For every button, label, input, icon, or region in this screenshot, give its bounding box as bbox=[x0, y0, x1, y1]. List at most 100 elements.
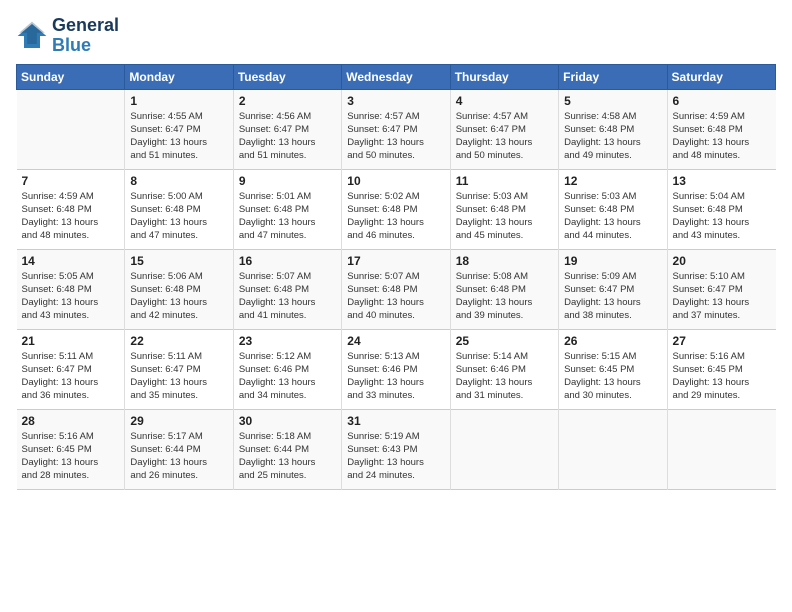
calendar-cell: 17 Sunrise: 5:07 AM Sunset: 6:48 PM Dayli… bbox=[342, 249, 450, 329]
calendar-cell: 25 Sunrise: 5:14 AM Sunset: 6:46 PM Dayli… bbox=[450, 329, 558, 409]
calendar-cell: 23 Sunrise: 5:12 AM Sunset: 6:46 PM Dayli… bbox=[233, 329, 341, 409]
calendar-cell: 27 Sunrise: 5:16 AM Sunset: 6:45 PM Dayli… bbox=[667, 329, 775, 409]
day-info: Sunrise: 5:12 AM Sunset: 6:46 PM Dayligh… bbox=[239, 350, 336, 403]
calendar-cell: 12 Sunrise: 5:03 AM Sunset: 6:48 PM Dayli… bbox=[559, 169, 667, 249]
day-number: 3 bbox=[347, 94, 444, 108]
day-number: 5 bbox=[564, 94, 661, 108]
calendar-week-row: 7Sunrise: 4:59 AM Sunset: 6:48 PM Daylig… bbox=[17, 169, 776, 249]
weekday-header: Monday bbox=[125, 64, 233, 89]
calendar-cell: 6 Sunrise: 4:59 AM Sunset: 6:48 PM Daylig… bbox=[667, 89, 775, 169]
day-number: 27 bbox=[673, 334, 771, 348]
day-info: Sunrise: 5:17 AM Sunset: 6:44 PM Dayligh… bbox=[130, 430, 227, 483]
weekday-header: Tuesday bbox=[233, 64, 341, 89]
calendar-week-row: 28 Sunrise: 5:16 AM Sunset: 6:45 PM Dayli… bbox=[17, 409, 776, 489]
calendar-cell: 21Sunrise: 5:11 AM Sunset: 6:47 PM Dayli… bbox=[17, 329, 125, 409]
day-info: Sunrise: 5:15 AM Sunset: 6:45 PM Dayligh… bbox=[564, 350, 661, 403]
day-info: Sunrise: 5:07 AM Sunset: 6:48 PM Dayligh… bbox=[347, 270, 444, 323]
day-number: 17 bbox=[347, 254, 444, 268]
calendar-cell: 26 Sunrise: 5:15 AM Sunset: 6:45 PM Dayli… bbox=[559, 329, 667, 409]
calendar-cell: 15 Sunrise: 5:06 AM Sunset: 6:48 PM Dayli… bbox=[125, 249, 233, 329]
day-info: Sunrise: 5:11 AM Sunset: 6:47 PM Dayligh… bbox=[130, 350, 227, 403]
day-number: 6 bbox=[673, 94, 771, 108]
day-info: Sunrise: 5:02 AM Sunset: 6:48 PM Dayligh… bbox=[347, 190, 444, 243]
day-info: Sunrise: 5:16 AM Sunset: 6:45 PM Dayligh… bbox=[673, 350, 771, 403]
calendar-cell: 3 Sunrise: 4:57 AM Sunset: 6:47 PM Daylig… bbox=[342, 89, 450, 169]
day-number: 26 bbox=[564, 334, 661, 348]
day-number: 22 bbox=[130, 334, 227, 348]
day-number: 28 bbox=[22, 414, 120, 428]
calendar-cell: 19Sunrise: 5:09 AM Sunset: 6:47 PM Dayli… bbox=[559, 249, 667, 329]
calendar-cell bbox=[559, 409, 667, 489]
calendar-cell: 20 Sunrise: 5:10 AM Sunset: 6:47 PM Dayli… bbox=[667, 249, 775, 329]
calendar-cell: 5 Sunrise: 4:58 AM Sunset: 6:48 PM Daylig… bbox=[559, 89, 667, 169]
day-number: 1 bbox=[130, 94, 227, 108]
day-number: 18 bbox=[456, 254, 553, 268]
calendar-table: SundayMondayTuesdayWednesdayThursdayFrid… bbox=[16, 64, 776, 490]
calendar-cell: 31Sunrise: 5:19 AM Sunset: 6:43 PM Dayli… bbox=[342, 409, 450, 489]
day-number: 25 bbox=[456, 334, 553, 348]
calendar-cell: 9 Sunrise: 5:01 AM Sunset: 6:48 PM Daylig… bbox=[233, 169, 341, 249]
day-info: Sunrise: 5:07 AM Sunset: 6:48 PM Dayligh… bbox=[239, 270, 336, 323]
weekday-header: Sunday bbox=[17, 64, 125, 89]
calendar-cell bbox=[667, 409, 775, 489]
day-number: 4 bbox=[456, 94, 553, 108]
day-number: 12 bbox=[564, 174, 661, 188]
calendar-cell: 10Sunrise: 5:02 AM Sunset: 6:48 PM Dayli… bbox=[342, 169, 450, 249]
calendar-cell: 18 Sunrise: 5:08 AM Sunset: 6:48 PM Dayli… bbox=[450, 249, 558, 329]
weekday-header: Thursday bbox=[450, 64, 558, 89]
day-number: 13 bbox=[673, 174, 771, 188]
calendar-cell: 16 Sunrise: 5:07 AM Sunset: 6:48 PM Dayli… bbox=[233, 249, 341, 329]
calendar-cell: 7Sunrise: 4:59 AM Sunset: 6:48 PM Daylig… bbox=[17, 169, 125, 249]
calendar-cell: 24Sunrise: 5:13 AM Sunset: 6:46 PM Dayli… bbox=[342, 329, 450, 409]
calendar-week-row: 21Sunrise: 5:11 AM Sunset: 6:47 PM Dayli… bbox=[17, 329, 776, 409]
day-info: Sunrise: 5:03 AM Sunset: 6:48 PM Dayligh… bbox=[564, 190, 661, 243]
day-info: Sunrise: 4:57 AM Sunset: 6:47 PM Dayligh… bbox=[456, 110, 553, 163]
day-info: Sunrise: 5:11 AM Sunset: 6:47 PM Dayligh… bbox=[22, 350, 120, 403]
calendar-cell: 28 Sunrise: 5:16 AM Sunset: 6:45 PM Dayli… bbox=[17, 409, 125, 489]
day-info: Sunrise: 5:03 AM Sunset: 6:48 PM Dayligh… bbox=[456, 190, 553, 243]
calendar-week-row: 1Sunrise: 4:55 AM Sunset: 6:47 PM Daylig… bbox=[17, 89, 776, 169]
day-number: 14 bbox=[22, 254, 120, 268]
day-info: Sunrise: 5:16 AM Sunset: 6:45 PM Dayligh… bbox=[22, 430, 120, 483]
logo-text: General Blue bbox=[52, 16, 119, 56]
page-header: General Blue bbox=[16, 16, 776, 56]
day-info: Sunrise: 5:14 AM Sunset: 6:46 PM Dayligh… bbox=[456, 350, 553, 403]
day-number: 2 bbox=[239, 94, 336, 108]
calendar-cell: 29Sunrise: 5:17 AM Sunset: 6:44 PM Dayli… bbox=[125, 409, 233, 489]
calendar-cell: 8 Sunrise: 5:00 AM Sunset: 6:48 PM Daylig… bbox=[125, 169, 233, 249]
calendar-cell: 22 Sunrise: 5:11 AM Sunset: 6:47 PM Dayli… bbox=[125, 329, 233, 409]
logo: General Blue bbox=[16, 16, 119, 56]
day-number: 20 bbox=[673, 254, 771, 268]
calendar-cell: 11 Sunrise: 5:03 AM Sunset: 6:48 PM Dayli… bbox=[450, 169, 558, 249]
day-number: 30 bbox=[239, 414, 336, 428]
weekday-header: Friday bbox=[559, 64, 667, 89]
day-info: Sunrise: 5:05 AM Sunset: 6:48 PM Dayligh… bbox=[22, 270, 120, 323]
day-info: Sunrise: 5:19 AM Sunset: 6:43 PM Dayligh… bbox=[347, 430, 444, 483]
weekday-header: Wednesday bbox=[342, 64, 450, 89]
day-number: 8 bbox=[130, 174, 227, 188]
day-info: Sunrise: 5:00 AM Sunset: 6:48 PM Dayligh… bbox=[130, 190, 227, 243]
calendar-cell: 14 Sunrise: 5:05 AM Sunset: 6:48 PM Dayli… bbox=[17, 249, 125, 329]
calendar-cell bbox=[17, 89, 125, 169]
calendar-cell: 4 Sunrise: 4:57 AM Sunset: 6:47 PM Daylig… bbox=[450, 89, 558, 169]
calendar-cell bbox=[450, 409, 558, 489]
day-number: 16 bbox=[239, 254, 336, 268]
day-number: 7 bbox=[22, 174, 120, 188]
day-info: Sunrise: 4:59 AM Sunset: 6:48 PM Dayligh… bbox=[673, 110, 771, 163]
calendar-cell: 2Sunrise: 4:56 AM Sunset: 6:47 PM Daylig… bbox=[233, 89, 341, 169]
day-info: Sunrise: 5:06 AM Sunset: 6:48 PM Dayligh… bbox=[130, 270, 227, 323]
logo-icon bbox=[16, 20, 48, 52]
day-number: 9 bbox=[239, 174, 336, 188]
day-info: Sunrise: 5:10 AM Sunset: 6:47 PM Dayligh… bbox=[673, 270, 771, 323]
day-number: 15 bbox=[130, 254, 227, 268]
weekday-header: Saturday bbox=[667, 64, 775, 89]
weekday-header-row: SundayMondayTuesdayWednesdayThursdayFrid… bbox=[17, 64, 776, 89]
day-info: Sunrise: 4:58 AM Sunset: 6:48 PM Dayligh… bbox=[564, 110, 661, 163]
day-info: Sunrise: 5:08 AM Sunset: 6:48 PM Dayligh… bbox=[456, 270, 553, 323]
day-info: Sunrise: 5:13 AM Sunset: 6:46 PM Dayligh… bbox=[347, 350, 444, 403]
day-info: Sunrise: 5:01 AM Sunset: 6:48 PM Dayligh… bbox=[239, 190, 336, 243]
day-info: Sunrise: 4:57 AM Sunset: 6:47 PM Dayligh… bbox=[347, 110, 444, 163]
day-info: Sunrise: 5:09 AM Sunset: 6:47 PM Dayligh… bbox=[564, 270, 661, 323]
day-number: 11 bbox=[456, 174, 553, 188]
day-number: 23 bbox=[239, 334, 336, 348]
